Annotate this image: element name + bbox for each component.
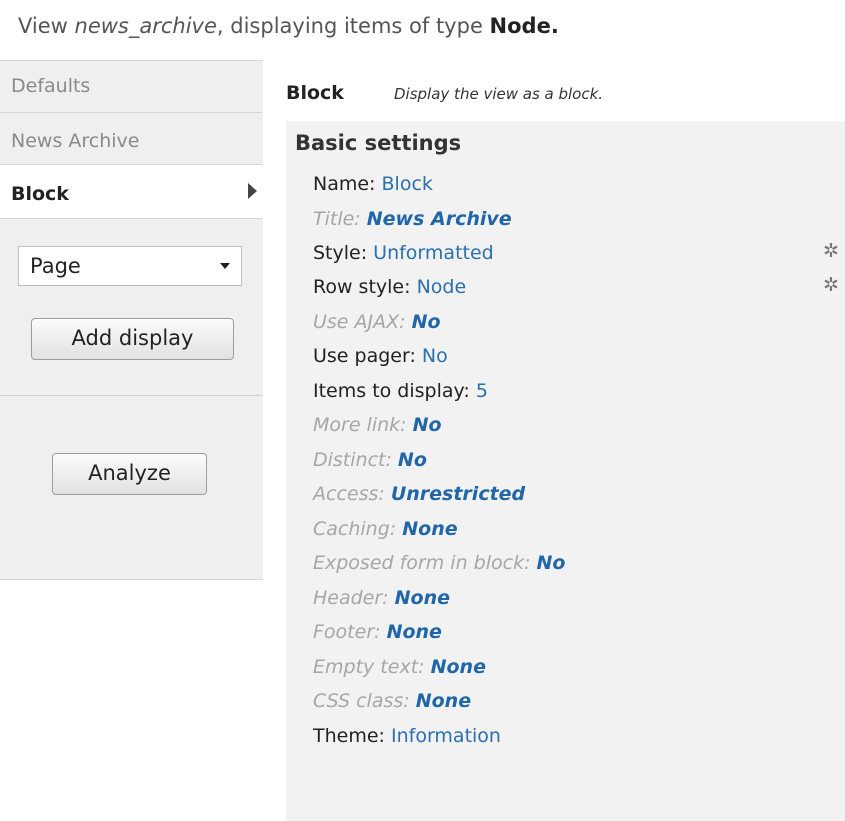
- basic-settings-section: Basic settings Name: Block Title: News A…: [286, 121, 845, 821]
- basic-settings-title: Basic settings: [295, 131, 462, 155]
- setting-value-link[interactable]: Node: [417, 276, 467, 298]
- view-name: news_archive: [74, 14, 217, 38]
- setting-title: Title: News Archive: [313, 208, 512, 230]
- setting-value-link[interactable]: 5: [476, 380, 488, 402]
- gear-icon[interactable]: ✲: [823, 276, 839, 295]
- setting-value-link[interactable]: No: [537, 552, 566, 574]
- tab-block-label: Block: [11, 183, 69, 205]
- setting-value-link[interactable]: Block: [382, 173, 433, 195]
- setting-label: Header:: [313, 587, 395, 609]
- setting-items-to-display: Items to display: 5: [313, 380, 488, 402]
- setting-label: Title:: [313, 208, 367, 230]
- setting-theme: Theme: Information: [313, 725, 501, 747]
- setting-label: Footer:: [313, 621, 387, 643]
- display-tabs: Defaults News Archive Block Page Add dis…: [0, 60, 263, 580]
- chevron-down-icon: [220, 263, 230, 269]
- setting-label: Style:: [313, 242, 374, 264]
- setting-style: Style: Unformatted: [313, 242, 494, 264]
- display-description: Display the view as a block.: [394, 85, 604, 103]
- header-prefix: View: [18, 14, 75, 38]
- setting-label: Caching:: [313, 518, 403, 540]
- setting-value-link[interactable]: Information: [391, 725, 501, 747]
- setting-access: Access: Unrestricted: [313, 483, 525, 505]
- setting-value-link[interactable]: No: [398, 449, 427, 471]
- setting-footer: Footer: None: [313, 621, 442, 643]
- setting-use-ajax: Use AJAX: No: [313, 311, 441, 333]
- tab-news-archive[interactable]: News Archive: [0, 113, 262, 165]
- setting-value-link[interactable]: No: [412, 311, 441, 333]
- gear-icon[interactable]: ✲: [823, 242, 839, 261]
- setting-value-link[interactable]: None: [387, 621, 442, 643]
- setting-label: Name:: [313, 173, 382, 195]
- setting-value-link[interactable]: None: [402, 518, 457, 540]
- header-middle: , displaying items of type: [216, 14, 490, 38]
- setting-label: Items to display:: [313, 380, 476, 402]
- setting-caching: Caching: None: [313, 518, 458, 540]
- setting-label: Theme:: [313, 725, 391, 747]
- setting-label: Access:: [313, 483, 391, 505]
- setting-value-link[interactable]: Unformatted: [373, 242, 494, 264]
- setting-label: CSS class:: [313, 690, 416, 712]
- setting-value-link[interactable]: No: [413, 414, 442, 436]
- tab-defaults-label: Defaults: [11, 75, 91, 97]
- display-type-select[interactable]: Page: [18, 246, 242, 286]
- view-header: View news_archive, displaying items of t…: [18, 14, 559, 38]
- setting-label: Empty text:: [313, 656, 431, 678]
- display-type-value: Page: [30, 254, 81, 278]
- setting-row-style: Row style: Node: [313, 276, 466, 298]
- setting-empty-text: Empty text: None: [313, 656, 486, 678]
- arrow-right-icon: [248, 183, 257, 199]
- setting-label: More link:: [313, 414, 413, 436]
- setting-more-link: More link: No: [313, 414, 442, 436]
- setting-label: Row style:: [313, 276, 417, 298]
- setting-name: Name: Block: [313, 173, 433, 195]
- setting-value-link[interactable]: Unrestricted: [391, 483, 525, 505]
- item-type: Node.: [489, 14, 559, 38]
- display-title: Block: [286, 82, 344, 104]
- setting-header: Header: None: [313, 587, 450, 609]
- setting-css-class: CSS class: None: [313, 690, 471, 712]
- setting-use-pager: Use pager: No: [313, 345, 448, 367]
- setting-value-link[interactable]: None: [416, 690, 471, 712]
- setting-distinct: Distinct: No: [313, 449, 427, 471]
- setting-value-link[interactable]: News Archive: [367, 208, 512, 230]
- setting-label: Distinct:: [313, 449, 398, 471]
- setting-value-link[interactable]: None: [395, 587, 450, 609]
- analyze-button[interactable]: Analyze: [52, 453, 207, 495]
- setting-value-link[interactable]: None: [431, 656, 486, 678]
- add-display-section: Page Add display: [0, 219, 262, 396]
- setting-value-link[interactable]: No: [422, 345, 448, 367]
- setting-label: Use pager:: [313, 345, 422, 367]
- tab-news-archive-label: News Archive: [11, 130, 140, 152]
- setting-label: Use AJAX:: [313, 311, 412, 333]
- tab-block[interactable]: Block: [0, 165, 263, 219]
- add-display-button[interactable]: Add display: [31, 318, 234, 360]
- tab-defaults[interactable]: Defaults: [0, 61, 262, 113]
- setting-exposed-form-in-block: Exposed form in block: No: [313, 552, 565, 574]
- setting-label: Exposed form in block:: [313, 552, 537, 574]
